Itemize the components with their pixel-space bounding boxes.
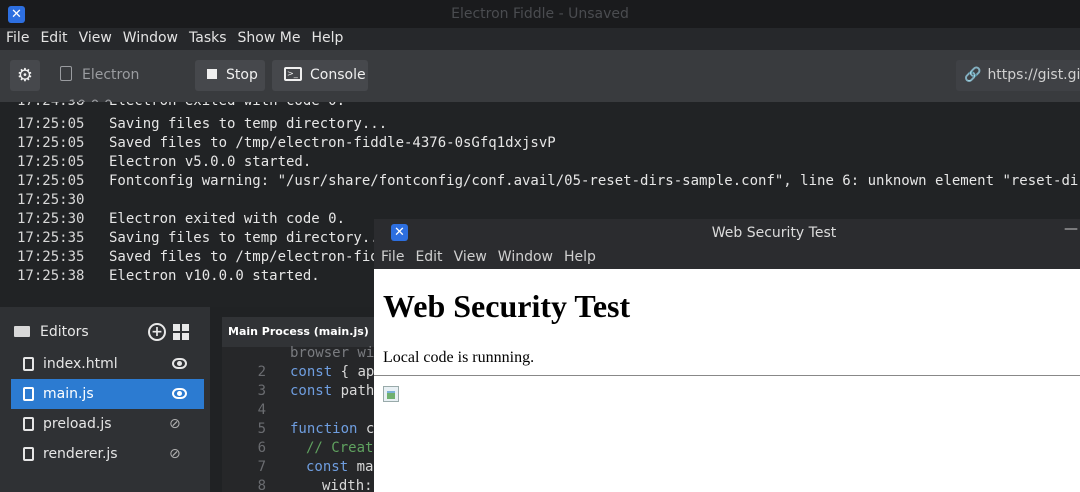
eye-icon[interactable] [172, 358, 187, 369]
sidebar-item-main-js[interactable]: main.js [11, 379, 204, 409]
menu-show-me[interactable]: Show Me [232, 28, 306, 48]
editors-header: Editors [14, 324, 89, 340]
menu-tasks[interactable]: Tasks [183, 28, 232, 48]
eye-slash-icon[interactable]: ⊘ [169, 446, 181, 462]
folder-icon [14, 326, 30, 337]
link-icon: 🔗 [964, 67, 982, 83]
menu-view[interactable]: View [447, 246, 491, 268]
gear-icon: ⚙ [16, 65, 34, 86]
test-window-title: Web Security Test [711, 225, 837, 241]
stop-button[interactable]: Stop [195, 60, 265, 91]
gist-url-input[interactable]: 🔗 https://gist.gith [956, 60, 1080, 91]
gist-url-text: https://gist.gith [987, 67, 1080, 83]
file-icon [23, 417, 34, 431]
console-button[interactable]: >_ Console [272, 60, 368, 91]
menu-file[interactable]: File [0, 28, 34, 48]
page-paragraph: Local code is runnning. [383, 349, 535, 366]
editor-tab-main-process[interactable]: Main Process (main.js) [222, 317, 382, 347]
editors-sidebar: Editors + index.html main.js preload.js … [0, 307, 210, 492]
menu-edit[interactable]: Edit [34, 28, 72, 48]
sidebar-item-preload-js[interactable]: preload.js ⊘ [11, 409, 204, 439]
stop-icon [207, 69, 217, 79]
test-window-menubar: File Edit View Window Help [374, 246, 1080, 269]
file-icon [23, 357, 34, 371]
add-editor-icon[interactable]: + [148, 323, 166, 341]
file-icon [23, 387, 34, 401]
page-heading: Web Security Test [383, 288, 631, 324]
main-window-title: Electron Fiddle - Unsaved [451, 6, 629, 22]
minimize-button[interactable]: — [1064, 221, 1078, 237]
main-menubar: File Edit View Window Tasks Show Me Help [0, 28, 1080, 50]
settings-button[interactable]: ⚙ [10, 60, 40, 91]
web-security-test-window[interactable]: ✕ Web Security Test — File Edit View Win… [374, 219, 1080, 492]
sidebar-item-index-html[interactable]: index.html [11, 349, 204, 379]
main-titlebar: ✕ Electron Fiddle - Unsaved [0, 0, 1080, 28]
sidebar-item-renderer-js[interactable]: renderer.js ⊘ [11, 439, 204, 469]
electron-logo-icon: ✕ [391, 224, 408, 241]
menu-help[interactable]: Help [305, 28, 348, 48]
menu-edit[interactable]: Edit [408, 246, 446, 268]
console-icon: >_ [284, 66, 302, 81]
menu-window[interactable]: Window [491, 246, 557, 268]
file-icon [23, 447, 34, 461]
broken-image-icon [383, 386, 399, 402]
divider [374, 375, 1080, 376]
eye-icon[interactable] [172, 388, 187, 399]
menu-view[interactable]: View [73, 28, 117, 48]
test-window-titlebar[interactable]: ✕ Web Security Test — [374, 219, 1080, 246]
document-icon [60, 66, 72, 81]
menu-window[interactable]: Window [117, 28, 183, 48]
menu-help[interactable]: Help [557, 246, 600, 268]
console-label: Console [310, 67, 366, 83]
stop-label: Stop [226, 67, 258, 83]
version-chooser-button[interactable]: Electron v10.0.0 [50, 60, 194, 114]
menu-file[interactable]: File [374, 246, 408, 268]
test-page-content: Web Security Test Local code is runnning… [374, 269, 1080, 492]
layout-grid-icon[interactable] [173, 324, 190, 341]
eye-slash-icon[interactable]: ⊘ [169, 416, 181, 432]
toolbar: ⚙ Electron v10.0.0 Stop >_ Console 🔗 https… [0, 50, 1080, 114]
